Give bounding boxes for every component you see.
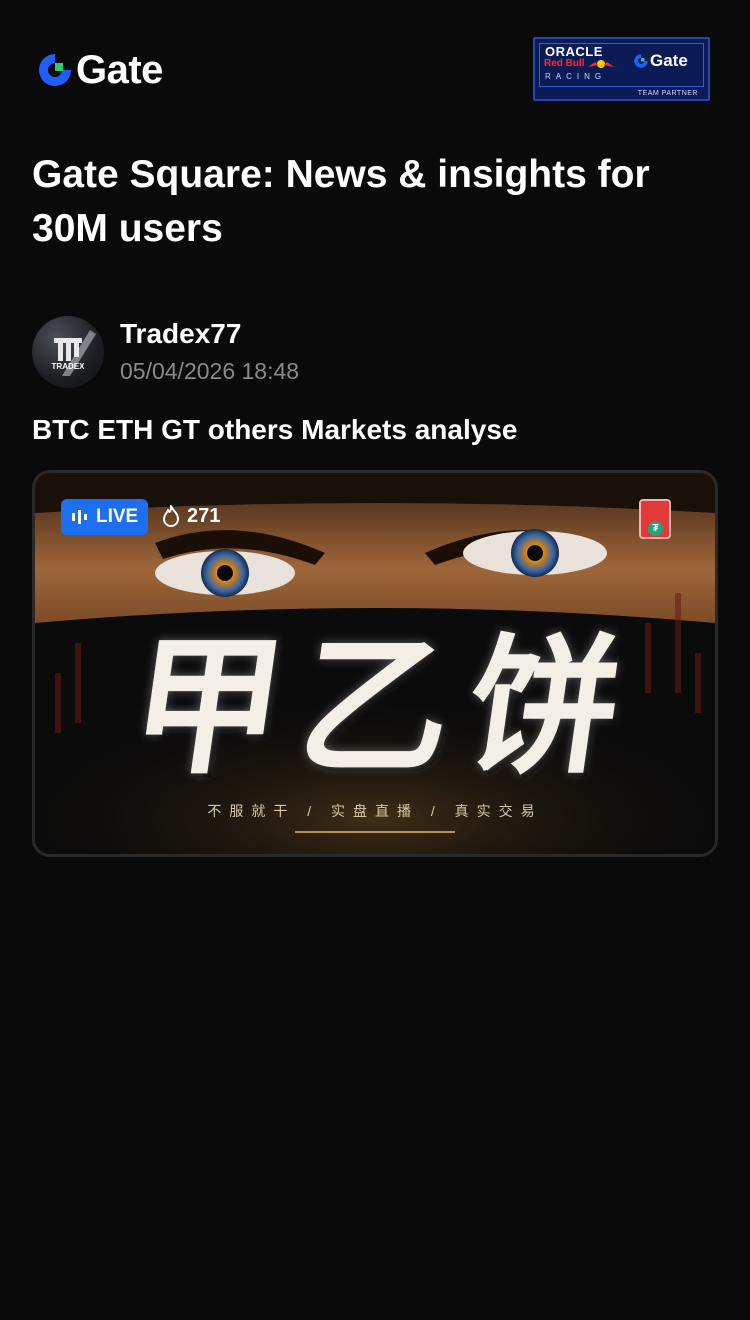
- brand-name: Gate: [76, 48, 163, 92]
- partner-team-text: TEAM PARTNER: [637, 90, 698, 97]
- gate-logo-icon: [39, 54, 71, 86]
- post-author[interactable]: TRADEX Tradex77 05/04/2026 18:48: [32, 316, 712, 388]
- avatar[interactable]: TRADEX: [32, 316, 104, 388]
- tradex-logo-icon: TRADEX: [52, 330, 96, 376]
- page: Gate ORACLE Red Bull RACING Gate TEAM PA…: [0, 0, 750, 1320]
- live-cover-title: 甲乙饼: [120, 621, 650, 795]
- viewers-count: 271: [187, 504, 221, 527]
- live-label: LIVE: [96, 506, 139, 527]
- partner-redbull-text: Red Bull: [544, 58, 585, 69]
- page-title: Gate Square: News & insights for 30M use…: [32, 153, 650, 250]
- partner-oracle-text: ORACLE: [545, 44, 603, 59]
- live-cover-tagline: 不服就干 / 实盘直播 / 真实交易: [207, 803, 543, 819]
- avatar-text: TRADEX: [52, 362, 86, 371]
- partner-racing-text: RACING: [545, 72, 607, 81]
- red-packet-icon[interactable]: ₮: [639, 499, 671, 539]
- tether-coin-icon: ₮: [648, 521, 663, 536]
- post-title[interactable]: BTC ETH GT others Markets analyse: [32, 414, 517, 446]
- gate-logo-icon: [634, 54, 648, 68]
- viewer-count: 271: [161, 504, 220, 528]
- flame-icon: [163, 505, 179, 527]
- partner-gate-text: Gate: [650, 51, 688, 70]
- live-badge: LIVE: [61, 499, 149, 535]
- header: Gate ORACLE Red Bull RACING Gate TEAM PA…: [0, 0, 750, 120]
- author-name[interactable]: Tradex77: [120, 318, 241, 350]
- live-stream-card[interactable]: 甲乙饼 不服就干 / 实盘直播 / 真实交易 LIVE 271 ₮: [32, 470, 718, 857]
- live-bars-icon: [72, 510, 87, 524]
- partner-gate-logo: Gate: [633, 51, 688, 71]
- brand-logo[interactable]: Gate: [36, 50, 163, 90]
- redbull-icon: [588, 60, 614, 68]
- partner-badge[interactable]: ORACLE Red Bull RACING Gate TEAM PARTNER: [533, 37, 710, 101]
- post-timestamp: 05/04/2026 18:48: [120, 358, 300, 384]
